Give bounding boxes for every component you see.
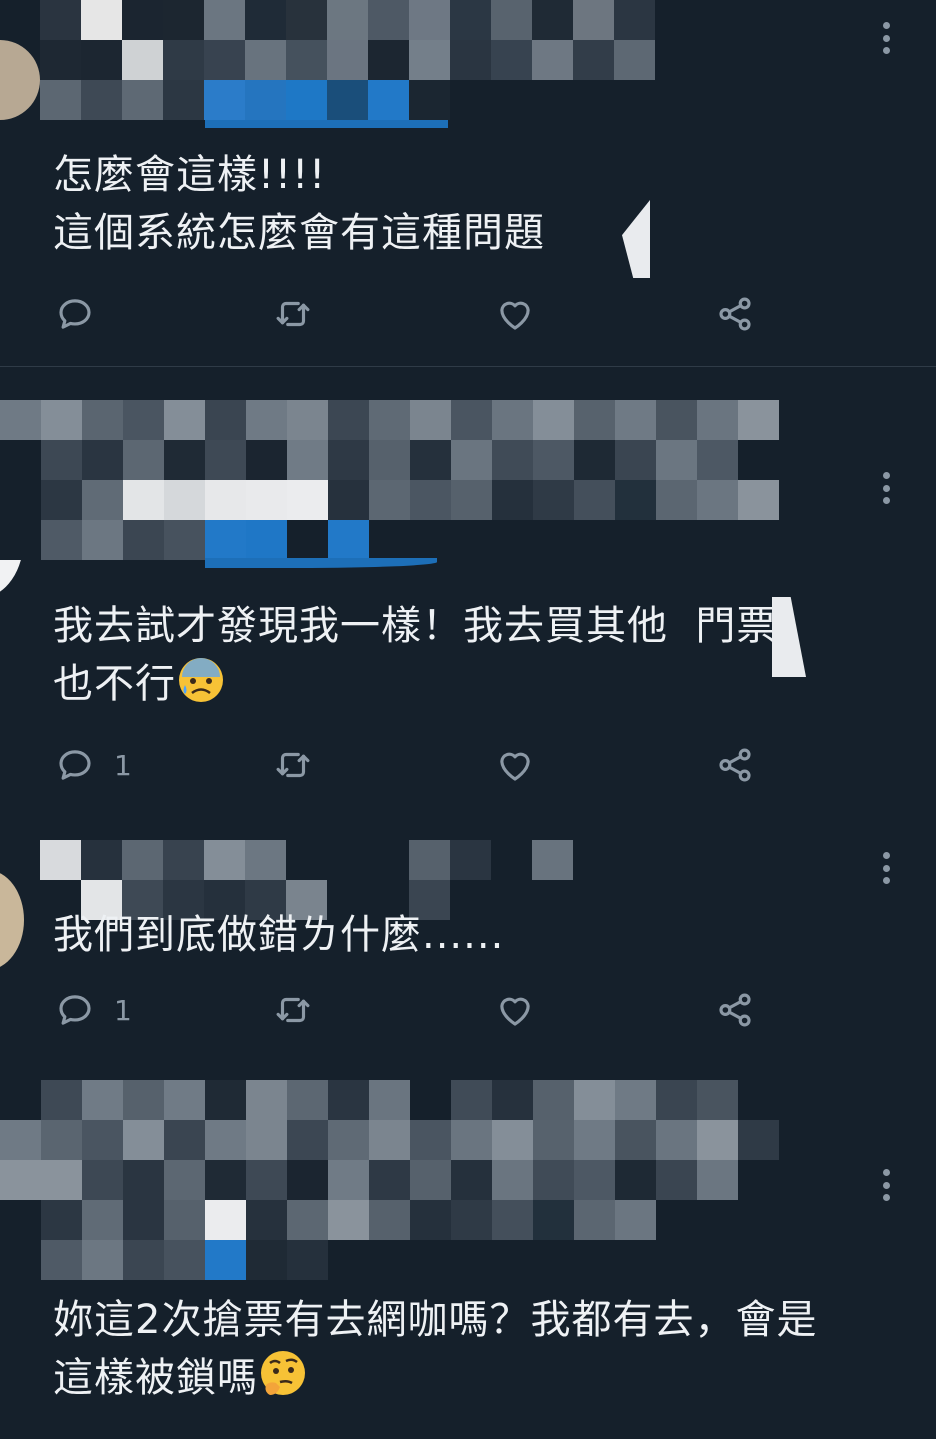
share-button[interactable] <box>714 988 756 1032</box>
like-button[interactable] <box>494 292 536 336</box>
tweet-text-content: 我去試才發現我一樣！我去買其他 門票 也不行 <box>53 603 778 707</box>
reply-icon <box>59 299 91 329</box>
retweet-button[interactable] <box>272 292 314 336</box>
tweet-text: 怎麼會這樣!!!! 這個系統怎麼會有這種問題 <box>53 152 545 256</box>
more-vertical-icon <box>882 852 890 859</box>
more-vertical-icon <box>882 472 890 479</box>
reply-count: 1 <box>114 993 132 1027</box>
heart-icon <box>500 301 530 330</box>
share-icon <box>719 993 751 1027</box>
thinking-face-icon <box>261 1351 305 1395</box>
like-button[interactable] <box>494 743 536 787</box>
redacted-handle-bar <box>205 558 437 568</box>
tweet-1[interactable]: 怎麼會這樣!!!! 這個系統怎麼會有這種問題 <box>0 0 936 366</box>
reply-button[interactable]: 1 <box>54 743 132 787</box>
redaction-mark <box>772 597 806 677</box>
reply-count: 1 <box>114 748 132 782</box>
retweet-icon <box>276 752 310 778</box>
reply-feed: 怎麼會這樣!!!! 這個系統怎麼會有這種問題 我去試才發現我一樣！我去買其他 門… <box>0 0 936 1439</box>
heart-icon <box>500 997 530 1026</box>
redacted-handle-bar <box>205 120 448 128</box>
tweet-actions: 1 <box>54 743 774 787</box>
share-icon <box>719 748 751 782</box>
more-vertical-icon <box>882 1169 890 1176</box>
redacted-author <box>0 1080 779 1280</box>
more-options-button[interactable] <box>878 18 894 58</box>
like-button[interactable] <box>494 988 536 1032</box>
retweet-button[interactable] <box>272 988 314 1032</box>
avatar[interactable] <box>0 870 24 970</box>
share-icon <box>719 297 751 331</box>
redacted-author <box>40 0 655 120</box>
more-options-button[interactable] <box>878 1165 894 1205</box>
tweet-text: 妳這2次搶票有去網咖嗎？我都有去，會是 這樣被鎖嗎 <box>53 1291 817 1407</box>
reply-icon <box>59 750 91 780</box>
tweet-actions: 1 <box>54 988 774 1032</box>
tweet-text: 我去試才發現我一樣！我去買其他 門票 也不行 <box>53 597 777 713</box>
reply-icon <box>59 995 91 1025</box>
tweet-4[interactable]: 妳這2次搶票有去網咖嗎？我都有去，會是 這樣被鎖嗎 <box>0 1055 936 1439</box>
anxious-face-with-sweat-icon <box>179 658 223 702</box>
reply-button[interactable] <box>54 292 114 336</box>
redaction-mark <box>622 200 650 278</box>
tweet-text-content: 妳這2次搶票有去網咖嗎？我都有去，會是 這樣被鎖嗎 <box>53 1297 818 1401</box>
tweet-2[interactable]: 我去試才發現我一樣！我去買其他 門票 也不行 1 <box>0 367 936 810</box>
more-options-button[interactable] <box>878 468 894 508</box>
retweet-button[interactable] <box>272 743 314 787</box>
share-button[interactable] <box>714 743 756 787</box>
tweet-actions <box>54 292 774 336</box>
avatar[interactable] <box>0 40 40 120</box>
share-button[interactable] <box>714 292 756 336</box>
more-options-button[interactable] <box>878 848 894 888</box>
retweet-icon <box>276 997 310 1023</box>
redacted-author <box>0 400 779 560</box>
tweet-text: 我們到底做錯ㄌ什麼...... <box>53 912 505 958</box>
retweet-icon <box>276 301 310 327</box>
reply-button[interactable]: 1 <box>54 988 132 1032</box>
more-vertical-icon <box>882 22 890 29</box>
heart-icon <box>500 752 530 781</box>
tweet-3[interactable]: 我們到底做錯ㄌ什麼...... 1 <box>0 810 936 1055</box>
